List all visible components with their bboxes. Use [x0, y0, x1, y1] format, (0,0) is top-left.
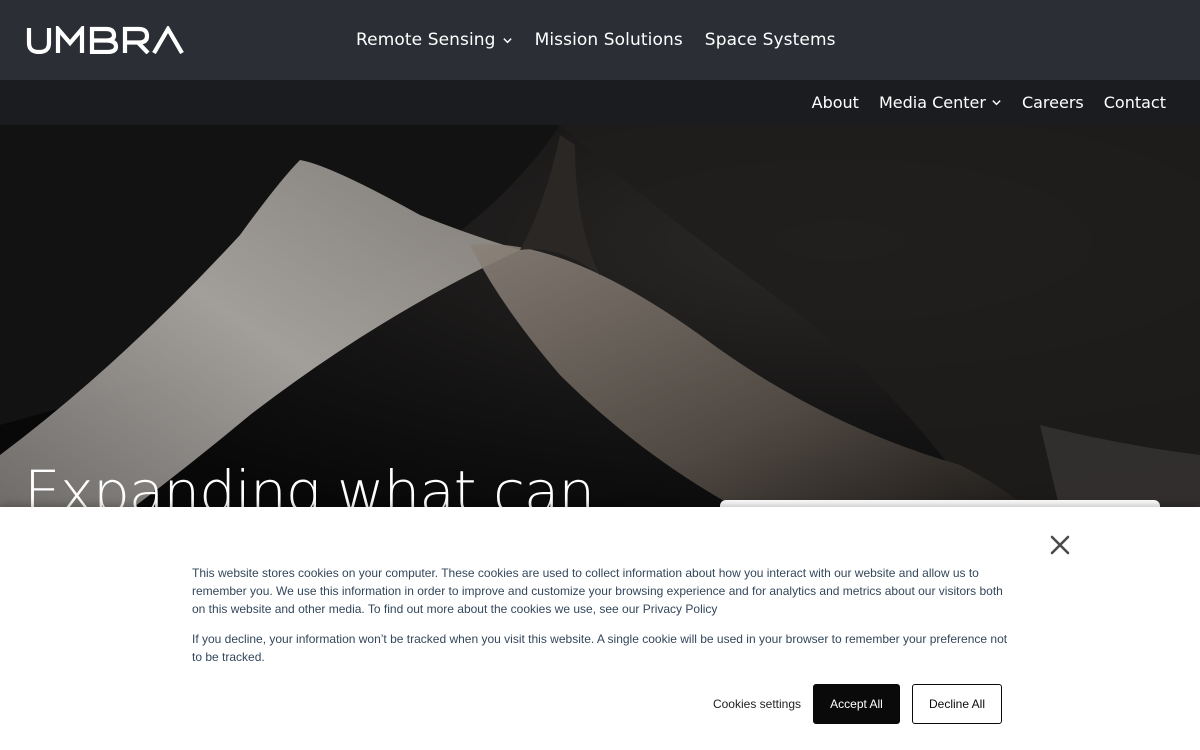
nav-item-mission-solutions[interactable]: Mission Solutions — [535, 30, 683, 50]
top-navigation-bar: Remote Sensing Mission Solutions Space S… — [0, 0, 1200, 80]
cookie-decline-text: If you decline, your information won’t b… — [192, 632, 1008, 664]
nav-item-media-center[interactable]: Media Center — [879, 93, 1002, 112]
nav-item-contact[interactable]: Contact — [1104, 93, 1166, 112]
nav-item-label: About — [811, 93, 859, 112]
main-navigation: Remote Sensing Mission Solutions Space S… — [356, 0, 836, 80]
secondary-navigation: About Media Center Careers Contact — [812, 80, 1166, 125]
nav-item-about[interactable]: About — [812, 93, 859, 112]
nav-item-careers[interactable]: Careers — [1022, 93, 1084, 112]
hero-background-image — [0, 125, 1200, 510]
decline-all-button[interactable]: Decline All — [912, 684, 1002, 724]
page: Remote Sensing Mission Solutions Space S… — [0, 0, 1200, 750]
nav-item-remote-sensing[interactable]: Remote Sensing — [356, 30, 513, 50]
nav-item-label: Space Systems — [704, 30, 836, 50]
hero-section: Expanding what can — [0, 125, 1200, 510]
nav-item-space-systems[interactable]: Space Systems — [705, 30, 836, 50]
hero-title: Expanding what can — [24, 458, 595, 510]
nav-item-label: Mission Solutions — [534, 30, 683, 50]
accept-all-button[interactable]: Accept All — [813, 684, 900, 724]
chevron-down-icon — [992, 100, 1001, 106]
nav-item-label: Contact — [1103, 93, 1166, 112]
close-icon[interactable] — [1048, 533, 1072, 557]
nav-item-label: Media Center — [878, 93, 986, 112]
umbra-logo[interactable] — [26, 26, 184, 54]
cookie-actions: Cookies settings Accept All Decline All — [0, 684, 1200, 724]
secondary-navigation-bar: About Media Center Careers Contact — [0, 80, 1200, 125]
chevron-down-icon — [502, 37, 512, 43]
cookie-policy-text: This website stores cookies on your comp… — [192, 566, 1003, 616]
nav-item-label: Remote Sensing — [356, 30, 496, 50]
nav-item-label: Careers — [1021, 93, 1084, 112]
cookies-settings-button[interactable]: Cookies settings — [706, 684, 808, 724]
